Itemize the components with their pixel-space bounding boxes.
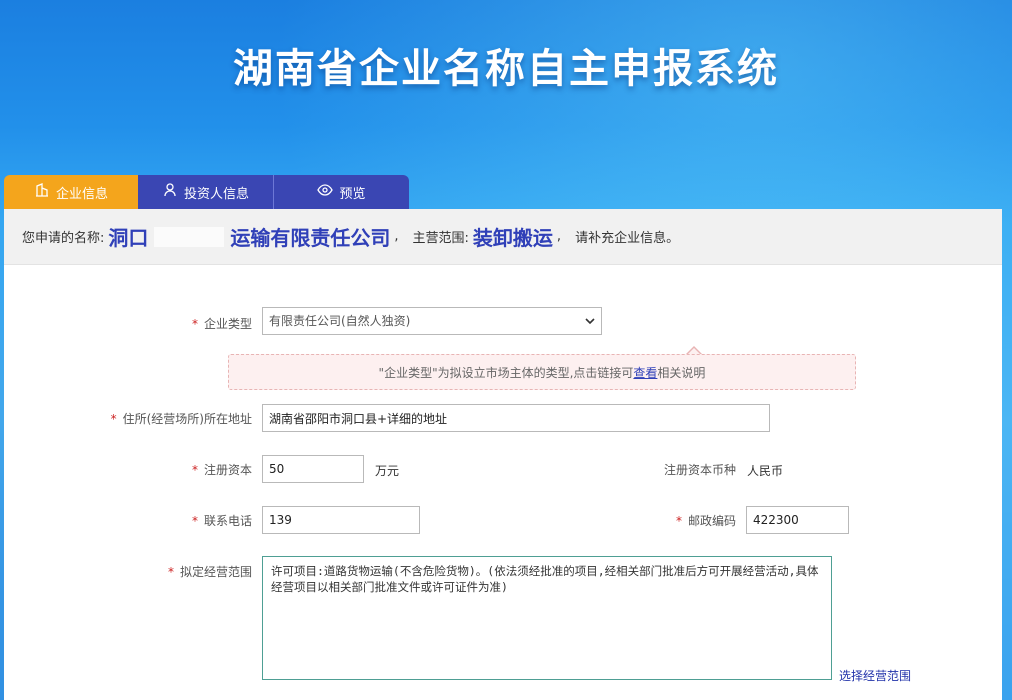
- company-type-hint: "企业类型"为拟设立市场主体的类型,点击链接可 查看 相关说明: [228, 354, 856, 390]
- company-type-label: * 企业类型: [191, 317, 252, 331]
- phone-input[interactable]: [262, 506, 420, 534]
- summary-separator: ,: [556, 229, 562, 244]
- capital-label: * 注册资本: [191, 463, 252, 477]
- eye-icon: [317, 182, 334, 202]
- tab-investor-info[interactable]: 投资人信息: [138, 175, 273, 209]
- step-tabs: 企业信息 投资人信息 预览: [4, 175, 409, 209]
- currency-value: 人民币: [747, 464, 784, 478]
- scope-label: 主营范围:: [412, 231, 469, 246]
- tab-company-info[interactable]: 企业信息: [4, 175, 138, 209]
- tab-label: 预览: [339, 186, 366, 202]
- business-scope-textarea[interactable]: 许可项目:道路货物运输(不含危险货物)。(依法须经批准的项目,经相关部门批准后方…: [262, 556, 832, 680]
- page-title: 湖南省企业名称自主申报系统: [233, 46, 779, 92]
- postcode-label: * 邮政编码: [675, 514, 736, 528]
- main-scope-value: 装卸搬运: [472, 226, 553, 250]
- tab-preview[interactable]: 预览: [274, 175, 409, 209]
- redacted-region: [154, 226, 225, 247]
- summary-separator: ,: [394, 229, 399, 244]
- address-input[interactable]: [262, 404, 770, 432]
- phone-label: * 联系电话: [191, 514, 252, 528]
- postcode-input[interactable]: [746, 506, 849, 534]
- address-label: * 住所(经营场所)所在地址: [110, 412, 252, 426]
- scope-field-label: * 拟定经营范围: [167, 565, 252, 579]
- form-panel: 您申请的名称: 洞口 运输有限责任公司 , 主营范围: 装卸搬运 , 请补充企业…: [4, 209, 1002, 700]
- company-name-part2: 运输有限责任公司: [230, 226, 391, 250]
- currency-label: 注册资本币种: [663, 463, 736, 477]
- person-icon: [162, 182, 178, 202]
- choose-scope-link[interactable]: 选择经营范围: [839, 667, 911, 684]
- summary-prefix: 您申请的名称:: [22, 231, 105, 246]
- company-name-part1: 洞口: [108, 226, 149, 250]
- application-summary: 您申请的名称: 洞口 运输有限责任公司 , 主营范围: 装卸搬运 , 请补充企业…: [4, 209, 1002, 265]
- tab-label: 企业信息: [55, 186, 108, 202]
- summary-suffix: 请补充企业信息。: [575, 231, 680, 246]
- building-icon: [34, 182, 50, 202]
- company-type-select[interactable]: 有限责任公司(自然人独资): [262, 307, 602, 335]
- view-explanation-link[interactable]: 查看: [633, 364, 657, 381]
- capital-input[interactable]: [262, 455, 364, 483]
- capital-unit: 万元: [375, 464, 400, 478]
- tab-label: 投资人信息: [183, 186, 249, 202]
